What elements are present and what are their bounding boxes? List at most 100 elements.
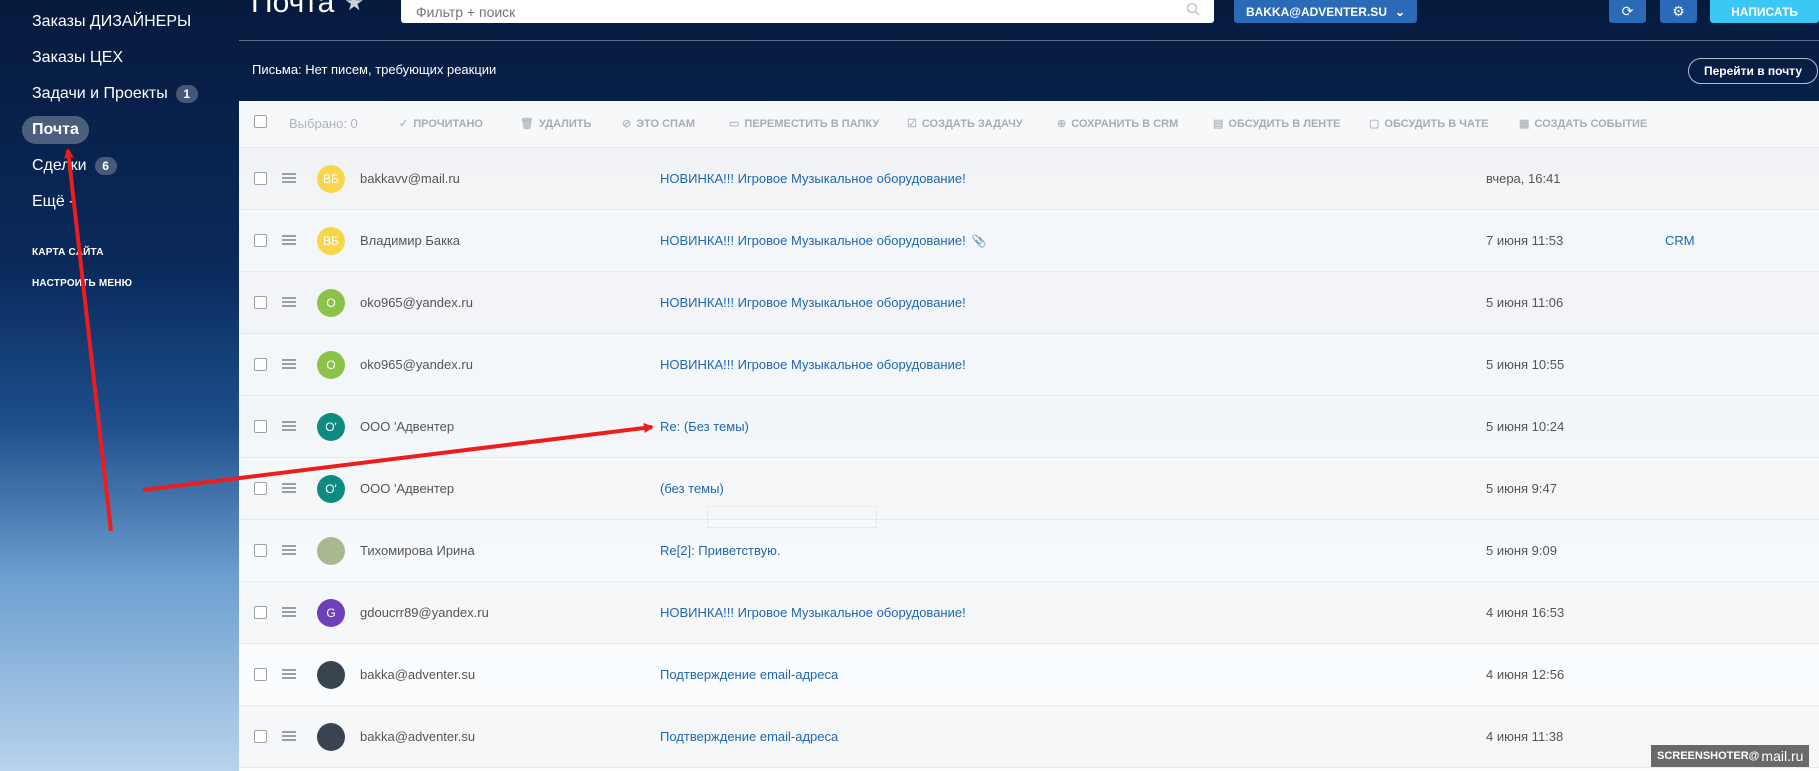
sender-name[interactable]: Владимир Бакка [360, 233, 460, 248]
message-row[interactable]: Ggdoucrr89@yandex.ru НОВИНКА!!! Игровое М… [239, 582, 1819, 644]
subject-text: Подтверждение email-адреса [660, 667, 839, 682]
subject-link[interactable]: НОВИНКА!!! Игровое Музыкальное оборудова… [660, 295, 966, 310]
check-icon: ✓ [399, 118, 409, 130]
goto-mail-button[interactable]: Перейти в почту [1688, 58, 1818, 84]
watermark-brand: mail.ru [1761, 748, 1804, 764]
header-divider [239, 40, 1819, 41]
menu-item-label: Сделки [32, 157, 87, 174]
mailbox-selector[interactable]: BAKKA@ADVENTER.SU ⌄ [1234, 0, 1417, 23]
subject-text: НОВИНКА!!! Игровое Музыкальное оборудова… [660, 171, 966, 186]
menu-item-mail[interactable]: Почта [22, 116, 89, 144]
message-date: 4 июня 11:38 [1486, 729, 1564, 744]
discuss-chat-action[interactable]: ▢ ОБСУДИТЬ В ЧАТЕ [1369, 117, 1488, 131]
message-checkbox[interactable] [254, 730, 267, 743]
configure-menu-link[interactable]: НАСТРОИТЬ МЕНЮ [32, 278, 132, 289]
sender-name[interactable]: oko965@yandex.ru [360, 357, 473, 372]
message-row[interactable]: ВБ Владимир Бакка НОВИНКА!!! Игровое Музык… [239, 210, 1819, 272]
drag-handle-icon[interactable] [282, 669, 296, 679]
subject-link[interactable]: Подтверждение email-адреса [660, 729, 838, 744]
search-box[interactable] [401, 0, 1214, 23]
spam-icon: ⊘ [622, 118, 632, 130]
mark-read-action[interactable]: ✓ ПРОЧИТАНО [399, 117, 483, 131]
drag-handle-icon[interactable] [282, 235, 296, 245]
drag-handle-icon[interactable] [282, 421, 296, 431]
page-title-text: Почта [251, 0, 335, 19]
page-title: Почта ★ [251, 0, 364, 20]
crm-link[interactable]: CRM [1665, 233, 1695, 248]
screenshoter-watermark: SCREENSHOTER@ mail.ru [1651, 745, 1810, 767]
sender-name[interactable]: bakkavv@mail.ru [360, 171, 460, 186]
create-event-action[interactable]: ▦ СОЗДАТЬ СОБЫТИЕ [1519, 117, 1647, 131]
message-row[interactable]: О' ООО 'Адвентер (без темы) 5 июня 9:47 [239, 458, 1819, 520]
gear-icon: ⚙ [1672, 3, 1685, 19]
search-input[interactable] [401, 0, 1214, 23]
message-checkbox[interactable] [254, 668, 267, 681]
avatar: G [317, 599, 345, 627]
menu-item-more[interactable]: Ещё - [22, 188, 85, 216]
subject-text: (без темы) [660, 481, 724, 496]
message-row[interactable]: Ooko965@yandex.ru НОВИНКА!!! Игровое Музы… [239, 272, 1819, 334]
sender-name[interactable]: Тихомирова Ирина [360, 543, 475, 558]
compose-button[interactable]: НАПИСАТЬ [1710, 0, 1819, 23]
message-row[interactable]: Ooko965@yandex.ru НОВИНКА!!! Игровое Музы… [239, 334, 1819, 396]
avatar: О' [317, 413, 345, 441]
sender-name[interactable]: gdoucrr89@yandex.ru [360, 605, 489, 620]
delete-action[interactable]: 🗑 УДАЛИТЬ [520, 117, 591, 131]
sender-name[interactable]: ООО 'Адвентер [360, 481, 454, 496]
drag-handle-icon[interactable] [282, 483, 296, 493]
drag-handle-icon[interactable] [282, 607, 296, 617]
drag-handle-icon[interactable] [282, 359, 296, 369]
sitemap-link[interactable]: КАРТА САЙТА [32, 247, 104, 258]
message-checkbox[interactable] [254, 234, 267, 247]
sender-name[interactable]: oko965@yandex.ru [360, 295, 473, 310]
sender-name[interactable]: bakka@adventer.su [360, 667, 475, 682]
menu-item-deals[interactable]: Сделки 6 [22, 152, 127, 180]
mailbox-label: BAKKA@ADVENTER.SU [1245, 4, 1387, 19]
message-row[interactable]: Тихомирова Ирина Re[2]: Приветствую. 5 июн… [239, 520, 1819, 582]
attachment-icon: 📎 [971, 233, 987, 248]
spam-action[interactable]: ⊘ ЭТО СПАМ [622, 117, 695, 131]
menu-item-workshop-orders[interactable]: Заказы ЦЕХ [22, 44, 133, 72]
message-checkbox[interactable] [254, 420, 267, 433]
mail-list-panel: Выбрано: 0 ✓ ПРОЧИТАНО 🗑 УДАЛИТЬ ⊘ ЭТО С… [239, 101, 1819, 771]
subject-link[interactable]: НОВИНКА!!! Игровое Музыкальное оборудова… [660, 357, 966, 372]
subject-link[interactable]: НОВИНКА!!! Игровое Музыкальное оборудова… [660, 605, 966, 620]
avatar: О' [317, 475, 345, 503]
refresh-button[interactable]: ⟳ [1609, 0, 1646, 23]
select-all-checkbox[interactable] [254, 115, 267, 128]
menu-item-label: Задачи и Проекты [32, 85, 168, 102]
message-checkbox[interactable] [254, 544, 267, 557]
sender-name[interactable]: bakka@adventer.su [360, 729, 475, 744]
drag-handle-icon[interactable] [282, 297, 296, 307]
subject-link[interactable]: Re: (Без темы) [660, 419, 749, 434]
message-row[interactable]: ВБ bakkavv@mail.ru НОВИНКА!!! Игровое Музы… [239, 148, 1819, 210]
menu-item-label: Почта [32, 121, 79, 138]
star-icon[interactable]: ★ [344, 0, 364, 16]
move-folder-action[interactable]: ▭ ПЕРЕМЕСТИТЬ В ПАПКУ [729, 117, 879, 131]
drag-handle-icon[interactable] [282, 731, 296, 741]
create-task-action[interactable]: ☑ СОЗДАТЬ ЗАДАЧУ [907, 117, 1023, 131]
subject-link[interactable]: (без темы) [660, 481, 724, 496]
avatar: ВБ [317, 227, 345, 255]
subject-link[interactable]: Подтверждение email-адреса [660, 667, 838, 682]
message-checkbox[interactable] [254, 482, 267, 495]
menu-item-designer-orders[interactable]: Заказы ДИЗАЙНЕРЫ [22, 8, 201, 36]
message-row[interactable]: bakka@adventer.su Подтверждение email-адр… [239, 644, 1819, 706]
settings-button[interactable]: ⚙ [1660, 0, 1697, 23]
message-row[interactable]: bakka@adventer.su Подтверждение email-адр… [239, 706, 1819, 768]
sender-name[interactable]: ООО 'Адвентер [360, 419, 454, 434]
message-checkbox[interactable] [254, 606, 267, 619]
search-icon[interactable] [1186, 2, 1200, 16]
message-checkbox[interactable] [254, 296, 267, 309]
message-row[interactable]: О' ООО 'Адвентер Re: (Без темы) 5 июня 10:2… [239, 396, 1819, 458]
drag-handle-icon[interactable] [282, 173, 296, 183]
message-checkbox[interactable] [254, 172, 267, 185]
message-checkbox[interactable] [254, 358, 267, 371]
discuss-feed-action[interactable]: ▤ ОБСУДИТЬ В ЛЕНТЕ [1213, 117, 1340, 131]
subject-link[interactable]: Re[2]: Приветствую. [660, 543, 780, 558]
subject-link[interactable]: НОВИНКА!!! Игровое Музыкальное оборудова… [660, 233, 987, 248]
subject-link[interactable]: НОВИНКА!!! Игровое Музыкальное оборудова… [660, 171, 966, 186]
menu-item-tasks[interactable]: Задачи и Проекты 1 [22, 80, 208, 108]
save-crm-action[interactable]: ⊕ СОХРАНИТЬ В CRM [1057, 117, 1178, 131]
drag-handle-icon[interactable] [282, 545, 296, 555]
